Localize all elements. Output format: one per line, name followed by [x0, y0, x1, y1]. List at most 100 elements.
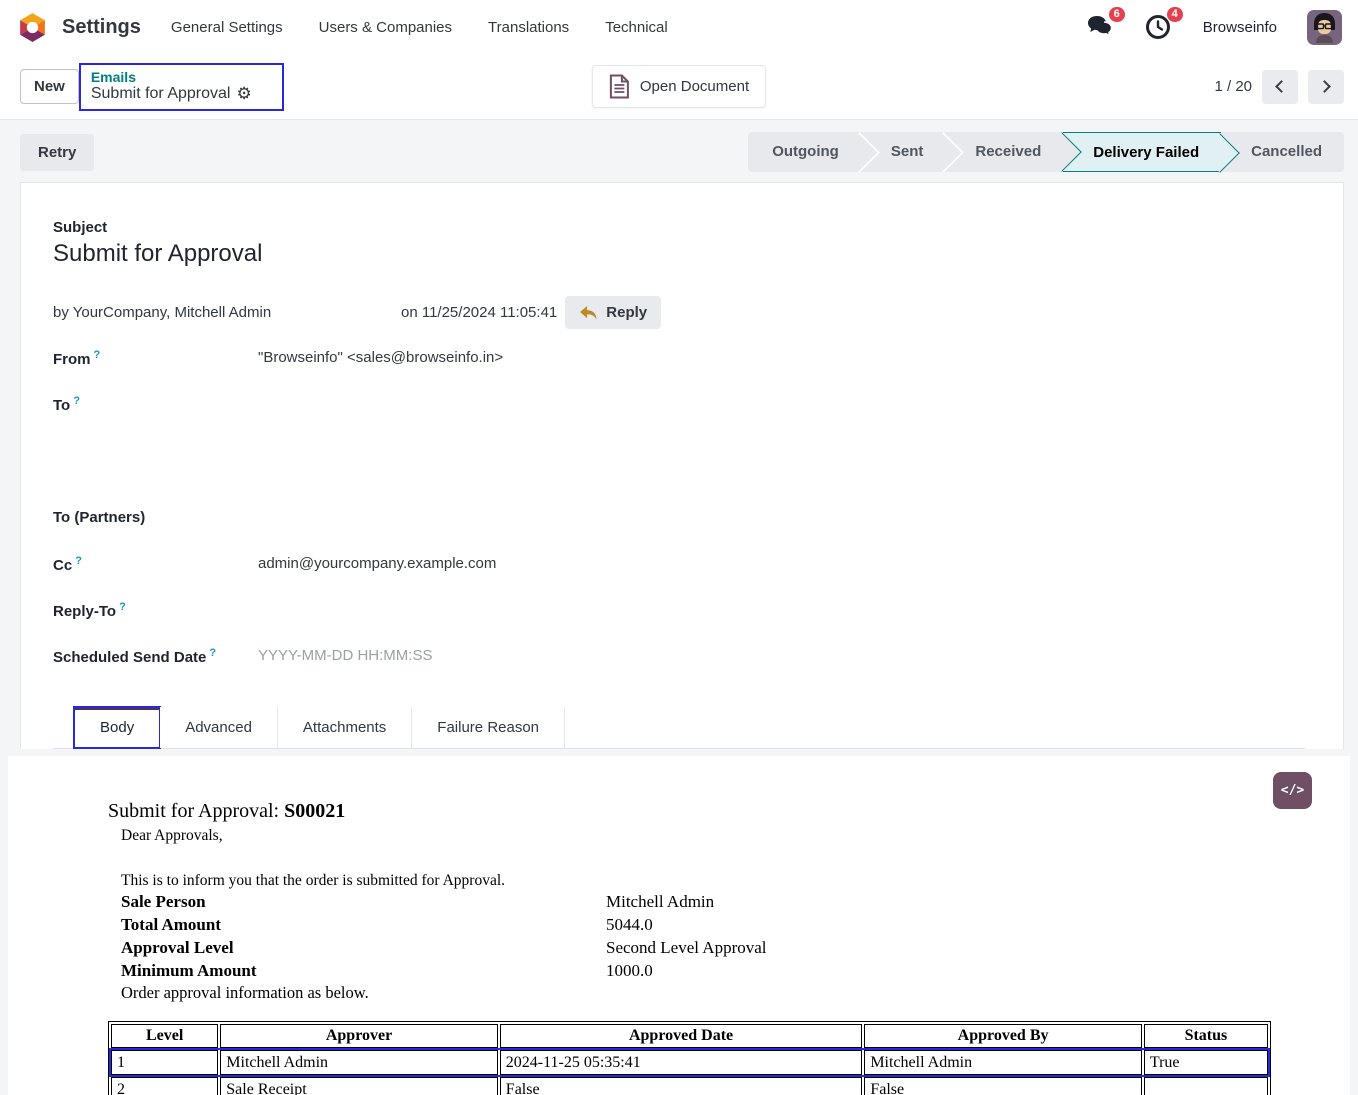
approval-table-row[interactable]: 2Sale ReceiptFalseFalse: [111, 1077, 1268, 1095]
help-question-mark-icon: ?: [75, 555, 82, 567]
chevron-left-icon: [1275, 80, 1288, 93]
menu-item-translations[interactable]: Translations: [488, 19, 569, 36]
approval-table: LevelApproverApproved DateApproved BySta…: [108, 1021, 1271, 1095]
field-value[interactable]: [258, 599, 558, 601]
email-heading: Submit for Approval: S00021: [108, 800, 1350, 823]
pager-previous-button[interactable]: [1262, 70, 1298, 104]
stage-label: Received: [975, 143, 1041, 160]
field-row-scheduled-send-date: Scheduled Send Date?YYYY-MM-DD HH:MM:SS: [53, 645, 1305, 691]
menu-item-users-companies[interactable]: Users & Companies: [319, 19, 452, 36]
approval-table-cell: 2024-11-25 05:35:41: [500, 1050, 863, 1075]
new-button[interactable]: New: [20, 69, 79, 104]
user-avatar[interactable]: [1307, 10, 1342, 45]
control-panel: New Emails Submit for Approval ⚙ Open Do…: [0, 54, 1358, 120]
help-question-mark-icon: ?: [119, 601, 126, 613]
help-question-mark-icon: ?: [73, 395, 80, 407]
field-value[interactable]: "Browseinfo" <sales@browseinfo.in>: [258, 347, 558, 366]
email-greeting: Dear Approvals,: [121, 827, 1350, 845]
breadcrumb-parent-link[interactable]: Emails: [91, 69, 272, 85]
email-detail-label: Minimum Amount: [121, 959, 606, 982]
approval-table-header-cell: Approved Date: [500, 1024, 863, 1048]
stage-label: Outgoing: [772, 143, 839, 160]
tab-failure-reason[interactable]: Failure Reason: [412, 707, 565, 748]
code-view-toggle-button[interactable]: </>: [1273, 772, 1312, 809]
approval-table-cell: Mitchell Admin: [864, 1050, 1142, 1075]
tab-advanced[interactable]: Advanced: [160, 707, 278, 748]
breadcrumb-current: Submit for Approval ⚙: [91, 85, 272, 103]
retry-button[interactable]: Retry: [20, 134, 94, 171]
top-navbar: Settings General Settings Users & Compani…: [0, 0, 1358, 54]
email-intro: This is to inform you that the order is …: [121, 872, 1350, 890]
stage-delivery-failed[interactable]: Delivery Failed: [1063, 132, 1221, 172]
gear-icon[interactable]: ⚙: [236, 85, 251, 102]
email-detail-value: 5044.0: [606, 913, 1350, 936]
notebook-tabs: BodyAdvancedAttachmentsFailure Reason: [53, 707, 1305, 749]
app-title[interactable]: Settings: [62, 16, 141, 39]
approval-table-cell: Mitchell Admin: [220, 1050, 498, 1075]
field-row-from: From?"Browseinfo" <sales@browseinfo.in>: [53, 347, 1305, 393]
status-strip: Retry OutgoingSentReceivedDelivery Faile…: [0, 120, 1358, 182]
email-table-note: Order approval information as below.: [121, 983, 1350, 1003]
approval-table-row[interactable]: 1Mitchell Admin2024-11-25 05:35:41Mitche…: [111, 1050, 1268, 1075]
help-question-mark-icon: ?: [94, 349, 101, 361]
subject-value[interactable]: Submit for Approval: [53, 240, 1305, 268]
field-list: From?"Browseinfo" <sales@browseinfo.in>T…: [53, 347, 1305, 691]
approval-table-cell: False: [500, 1077, 863, 1095]
approval-table-header-row: LevelApproverApproved DateApproved BySta…: [111, 1024, 1268, 1048]
byline: by YourCompany, Mitchell Admin: [53, 304, 401, 321]
messages-icon[interactable]: 6: [1087, 14, 1115, 40]
approval-table-header-cell: Level: [111, 1024, 218, 1048]
activities-clock-icon[interactable]: 4: [1145, 14, 1173, 40]
stage-outgoing[interactable]: Outgoing: [748, 132, 861, 172]
approval-table-header-cell: Approved By: [864, 1024, 1142, 1048]
field-label: To (Partners): [53, 507, 258, 526]
menu-item-technical[interactable]: Technical: [605, 19, 668, 36]
field-value[interactable]: YYYY-MM-DD HH:MM:SS: [258, 645, 558, 664]
help-question-mark-icon: ?: [209, 647, 216, 659]
email-preview: Submit for Approval: S00021 Dear Approva…: [8, 756, 1350, 1095]
email-detail-label: Approval Level: [121, 936, 606, 959]
reply-arrow-icon: [579, 305, 598, 321]
messages-badge: 6: [1109, 7, 1125, 22]
field-row-to: To?: [53, 393, 1305, 473]
field-label: Scheduled Send Date?: [53, 645, 258, 666]
email-detail-label: Total Amount: [121, 913, 606, 936]
form-sheet: Subject Submit for Approval by YourCompa…: [20, 182, 1344, 749]
subject-label: Subject: [53, 219, 1305, 236]
field-label: To?: [53, 393, 258, 414]
approval-table-cell: Sale Receipt: [220, 1077, 498, 1095]
breadcrumb: Emails Submit for Approval ⚙: [79, 63, 284, 111]
field-value[interactable]: [258, 507, 558, 509]
email-detail-value: 1000.0: [606, 959, 1350, 982]
field-row-reply-to: Reply-To?: [53, 599, 1305, 645]
main-menu: General Settings Users & Companies Transla…: [171, 19, 668, 36]
approval-table-header-cell: Approver: [220, 1024, 498, 1048]
body-tab-content: </> Submit for Approval: S00021 Dear App…: [8, 756, 1350, 1095]
pager-next-button[interactable]: [1308, 70, 1344, 104]
reply-button[interactable]: Reply: [565, 296, 661, 329]
byline-row: by YourCompany, Mitchell Admin on 11/25/…: [53, 296, 1305, 329]
menu-item-general-settings[interactable]: General Settings: [171, 19, 283, 36]
company-name[interactable]: Browseinfo: [1203, 19, 1277, 36]
approval-table-cell: 1: [111, 1050, 218, 1075]
stage-label: Delivery Failed: [1093, 144, 1199, 161]
email-details: Sale PersonMitchell AdminTotal Amount504…: [121, 890, 1350, 982]
open-document-button[interactable]: Open Document: [592, 65, 766, 108]
tab-body[interactable]: Body: [74, 707, 160, 748]
email-detail-label: Sale Person: [121, 890, 606, 913]
field-row-cc: Cc?admin@yourcompany.example.com: [53, 553, 1305, 599]
stage-label: Cancelled: [1251, 143, 1322, 160]
approval-table-cell: False: [864, 1077, 1142, 1095]
chevron-right-icon: [1318, 80, 1331, 93]
approval-table-header-cell: Status: [1144, 1024, 1268, 1048]
approval-table-cell: True: [1144, 1050, 1268, 1075]
document-icon: [609, 74, 630, 99]
tab-attachments[interactable]: Attachments: [278, 707, 412, 748]
field-row-to-partners-: To (Partners): [53, 507, 1305, 553]
statusbar: OutgoingSentReceivedDelivery FailedCance…: [748, 132, 1344, 172]
field-value[interactable]: admin@yourcompany.example.com: [258, 553, 558, 572]
field-value[interactable]: [258, 393, 558, 395]
field-label: Cc?: [53, 553, 258, 574]
email-detail-value: Mitchell Admin: [606, 890, 1350, 913]
odoo-logo-icon[interactable]: [16, 11, 49, 44]
